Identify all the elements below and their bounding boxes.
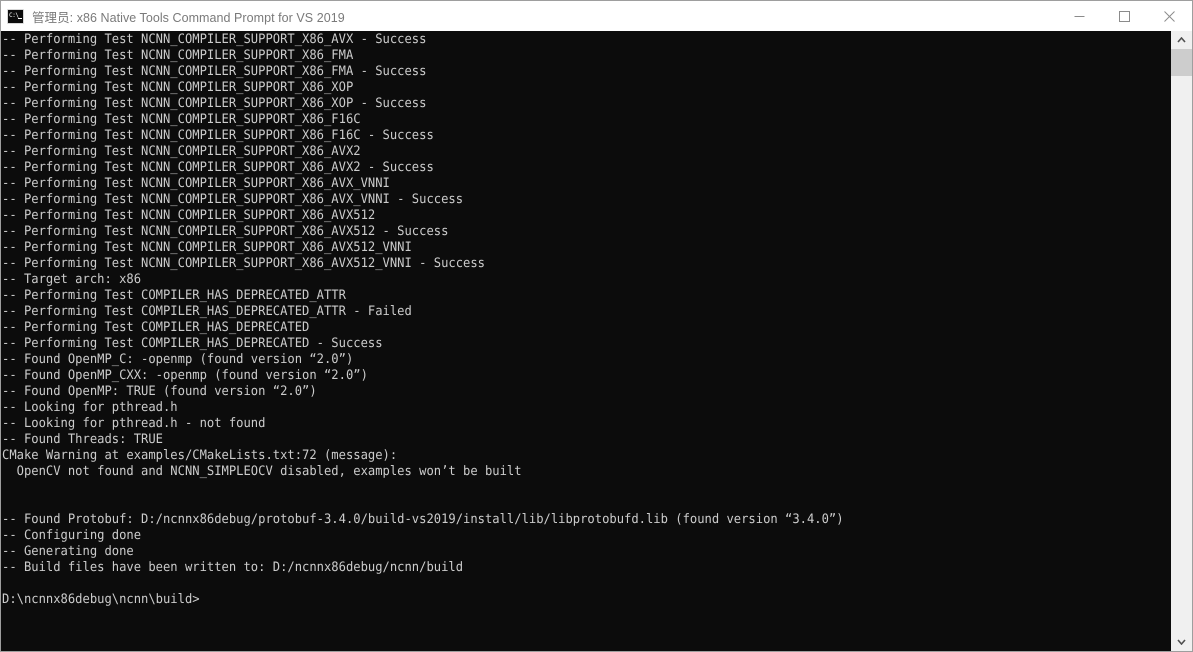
- maximize-button[interactable]: [1102, 1, 1147, 31]
- terminal-output-area[interactable]: -- Performing Test NCNN_COMPILER_SUPPORT…: [1, 31, 1170, 651]
- scroll-up-button[interactable]: [1171, 31, 1192, 49]
- title-bar-left: 管理员: x86 Native Tools Command Prompt for…: [1, 7, 345, 26]
- vertical-scrollbar[interactable]: [1170, 31, 1192, 651]
- console-window: 管理员: x86 Native Tools Command Prompt for…: [0, 0, 1193, 652]
- title-bar[interactable]: 管理员: x86 Native Tools Command Prompt for…: [1, 1, 1192, 31]
- console-text: -- Performing Test NCNN_COMPILER_SUPPORT…: [2, 32, 844, 607]
- maximize-icon: [1119, 10, 1130, 22]
- window-title: 管理员: x86 Native Tools Command Prompt for…: [32, 10, 345, 25]
- chevron-up-icon: [1177, 37, 1186, 43]
- scroll-down-button[interactable]: [1171, 633, 1192, 651]
- scrollbar-track[interactable]: [1171, 49, 1192, 633]
- close-icon: [1164, 10, 1175, 22]
- minimize-icon: [1074, 15, 1085, 17]
- scrollbar-thumb[interactable]: [1171, 49, 1192, 76]
- minimize-button[interactable]: [1057, 1, 1102, 31]
- window-body: -- Performing Test NCNN_COMPILER_SUPPORT…: [1, 31, 1192, 651]
- window-controls: [1057, 1, 1192, 31]
- chevron-down-icon: [1177, 639, 1186, 645]
- cmd-icon: [7, 8, 24, 24]
- close-button[interactable]: [1147, 1, 1192, 31]
